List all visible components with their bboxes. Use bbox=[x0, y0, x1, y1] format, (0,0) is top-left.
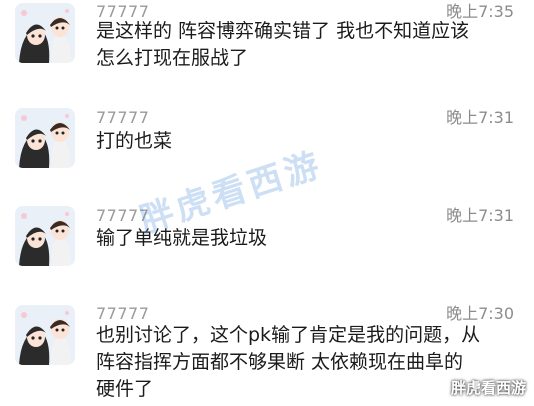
message-line: 硬件了 bbox=[96, 378, 154, 400]
couple-avatar-icon bbox=[15, 3, 75, 63]
message-item: 77777 晚上7:35 是这样的 阵容博弈确实错了 我也不知道应该 怎么打现在… bbox=[0, 0, 534, 100]
sender-name: 77777 bbox=[96, 108, 150, 127]
message-text[interactable]: 也别讨论了，这个pk输了肯定是我的问题，从 阵容指挥方面都不够果断 太依赖现在曲… bbox=[96, 322, 511, 403]
message-line: 也别讨论了，这个pk输了肯定是我的问题，从 bbox=[96, 324, 481, 346]
message-time: 晚上7:30 bbox=[446, 304, 514, 323]
avatar[interactable] bbox=[15, 305, 75, 365]
avatar[interactable] bbox=[15, 3, 75, 63]
message-line: 是这样的 阵容博弈确实错了 我也不知道应该 bbox=[96, 20, 470, 42]
couple-avatar-icon bbox=[15, 206, 75, 266]
message-item: 77777 晚上7:31 输了单纯就是我垃圾 bbox=[0, 200, 534, 300]
avatar[interactable] bbox=[15, 108, 75, 168]
message-line: 阵容指挥方面都不够果断 太依赖现在曲阜的 bbox=[96, 351, 464, 373]
message-line: 怎么打现在服战了 bbox=[96, 47, 249, 69]
message-time: 晚上7:31 bbox=[446, 108, 514, 127]
couple-avatar-icon bbox=[15, 108, 75, 168]
watermark-corner: 胖虎看西游 bbox=[450, 379, 526, 397]
message-time: 晚上7:31 bbox=[446, 206, 514, 225]
message-text[interactable]: 是这样的 阵容博弈确实错了 我也不知道应该 怎么打现在服战了 bbox=[96, 18, 511, 72]
avatar[interactable] bbox=[15, 206, 75, 266]
sender-name: 77777 bbox=[96, 304, 150, 323]
couple-avatar-icon bbox=[15, 305, 75, 365]
